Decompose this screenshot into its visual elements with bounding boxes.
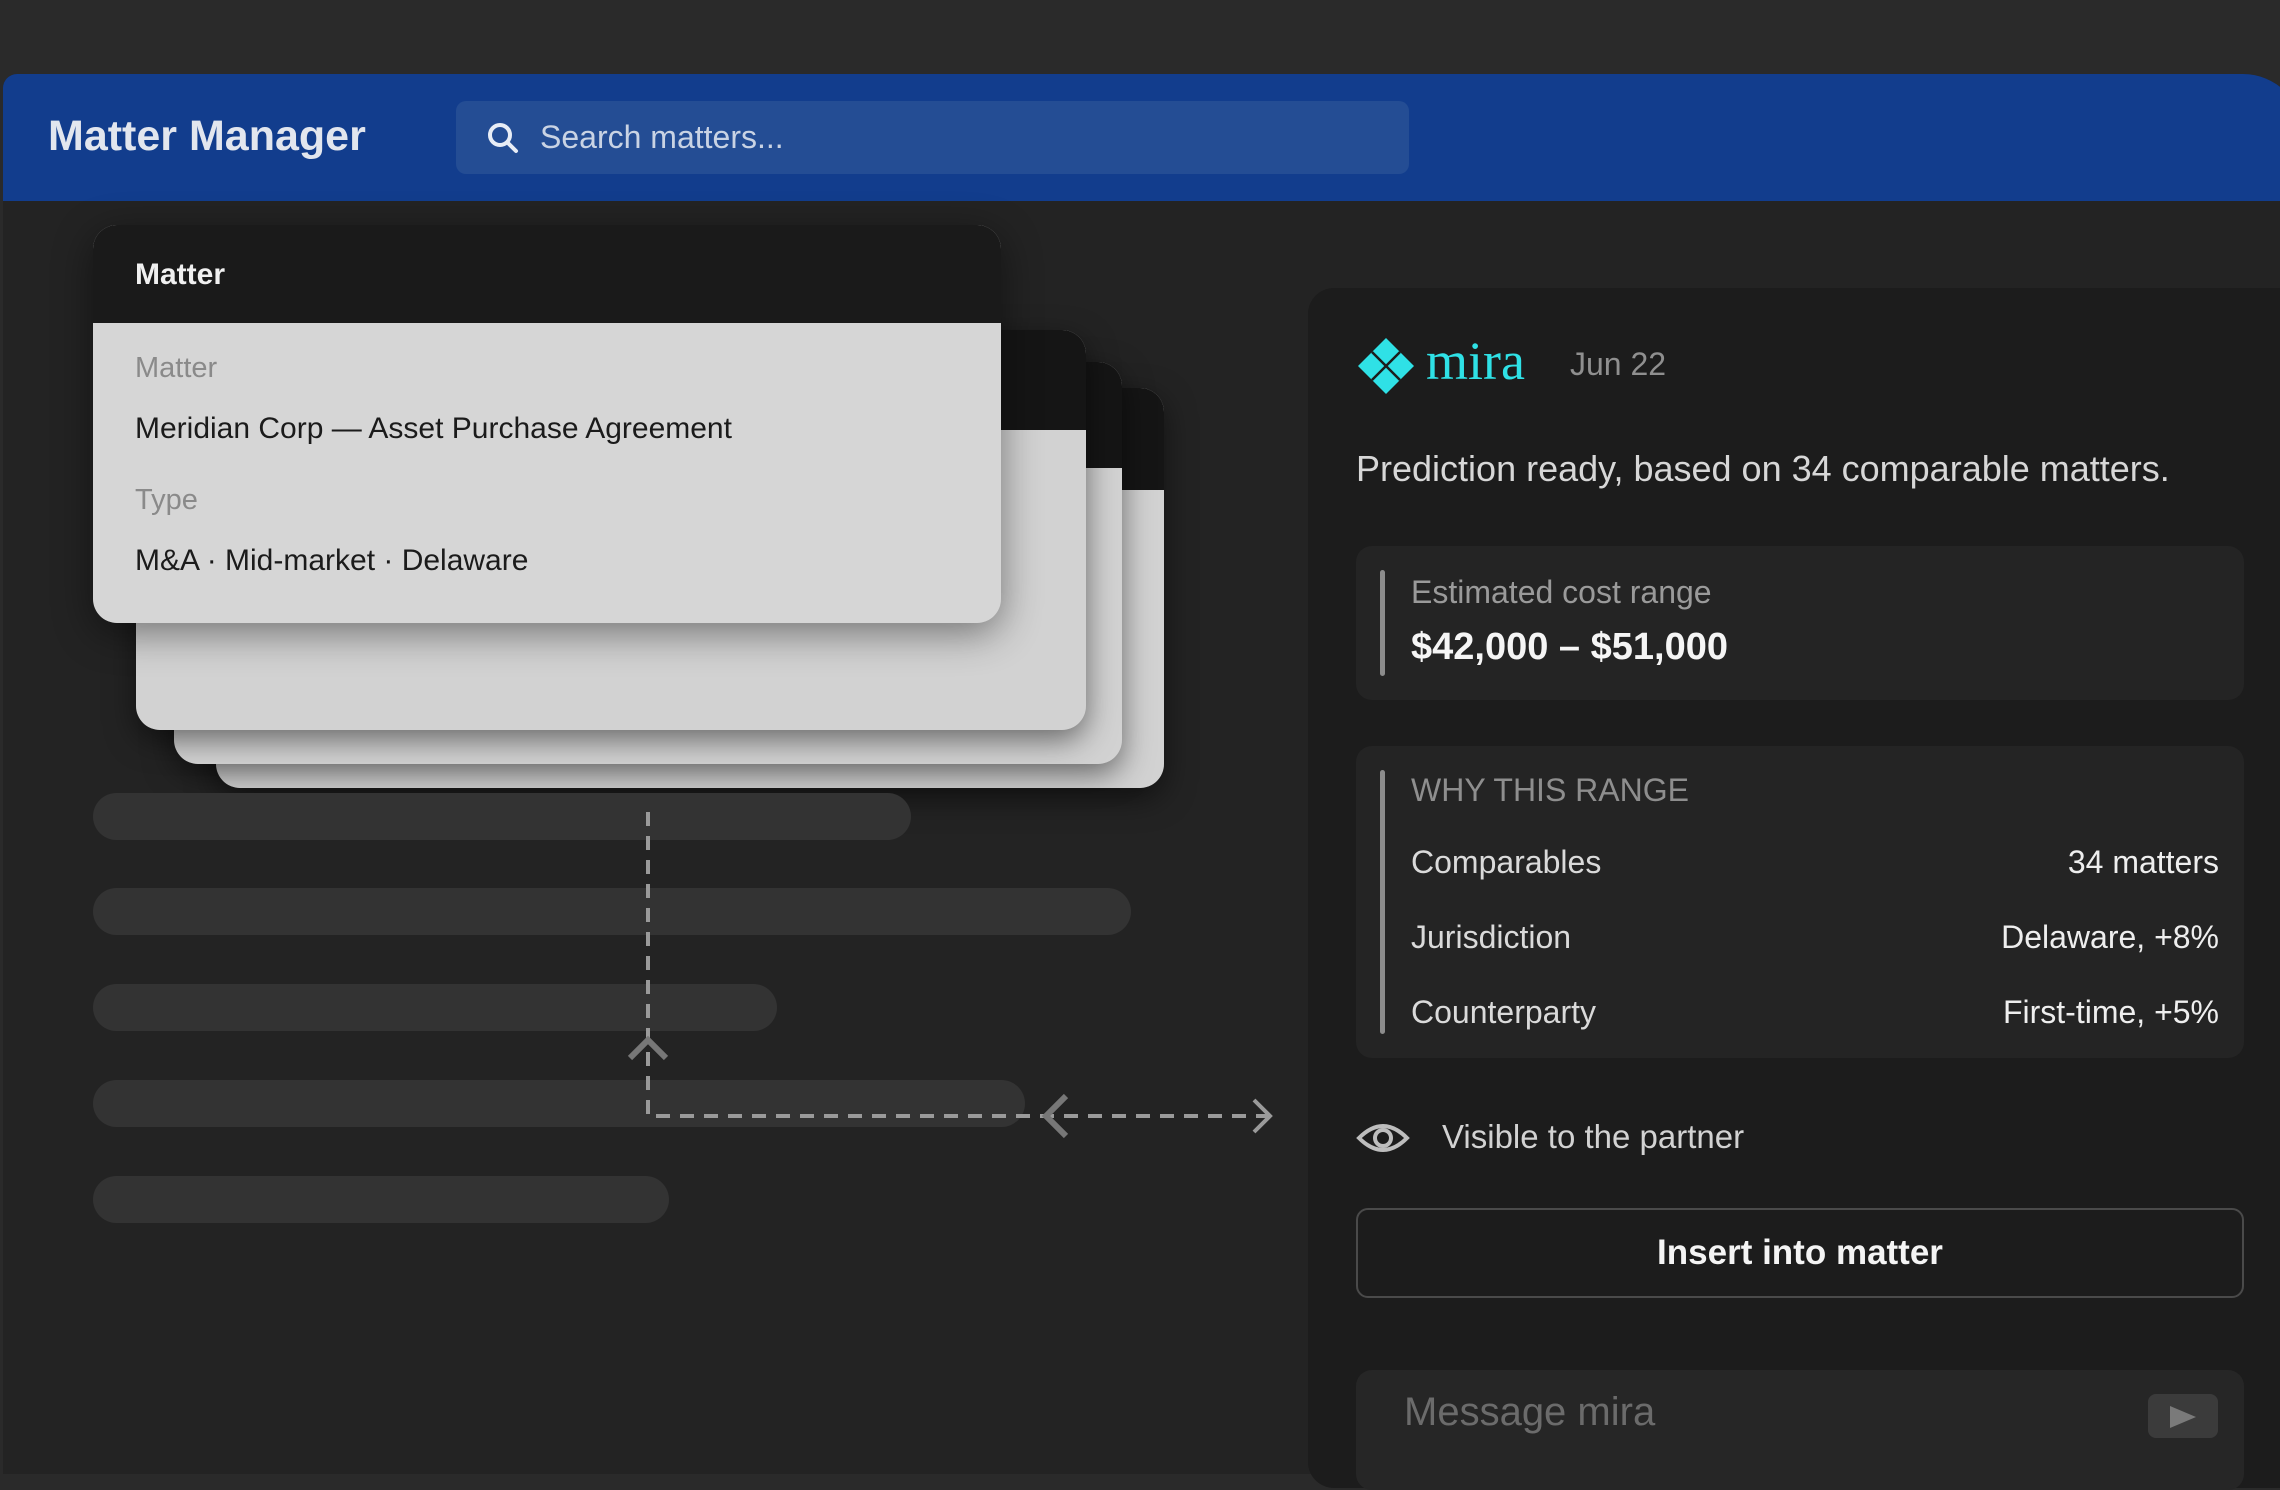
eye-icon	[1356, 1124, 1410, 1152]
accent-bar	[1380, 770, 1385, 1034]
why-title: WHY THIS RANGE	[1411, 772, 1689, 808]
cost-range-box: Estimated cost range $42,000 – $51,000	[1356, 546, 2244, 700]
visibility-text: Visible to the partner	[1442, 1118, 1745, 1155]
why-row: Comparables 34 matters	[1411, 844, 2219, 888]
accent-bar	[1380, 570, 1385, 676]
message-composer[interactable]	[1356, 1370, 2244, 1490]
cost-value: $42,000 – $51,000	[1411, 626, 1728, 668]
send-icon	[2170, 1406, 2196, 1428]
mira-logo-icon	[1358, 338, 1414, 394]
why-value: First-time, +5%	[2002, 994, 2219, 1030]
assistant-name: mira	[1426, 331, 1525, 391]
assistant-panel: mira Jun 22 Prediction ready, based on 3…	[1308, 288, 2280, 1490]
insert-into-matter-button[interactable]: Insert into matter	[1356, 1208, 2244, 1298]
why-row: Counterparty First-time, +5%	[1411, 994, 2219, 1038]
prediction-text: Prediction ready, based on 34 comparable…	[1356, 448, 2170, 489]
why-value: Delaware, +8%	[2001, 919, 2219, 955]
why-key: Jurisdiction	[1411, 919, 1572, 955]
why-key: Counterparty	[1411, 994, 1596, 1030]
message-date: Jun 22	[1570, 346, 1667, 382]
send-button[interactable]	[2148, 1394, 2218, 1438]
why-range-box: WHY THIS RANGE Comparables 34 matters Ju…	[1356, 746, 2244, 1058]
message-input[interactable]	[1404, 1384, 2024, 1440]
why-row: Jurisdiction Delaware, +8%	[1411, 919, 2219, 963]
why-value: 34 matters	[2067, 844, 2219, 880]
cost-label: Estimated cost range	[1411, 574, 1712, 610]
why-key: Comparables	[1411, 844, 1602, 880]
